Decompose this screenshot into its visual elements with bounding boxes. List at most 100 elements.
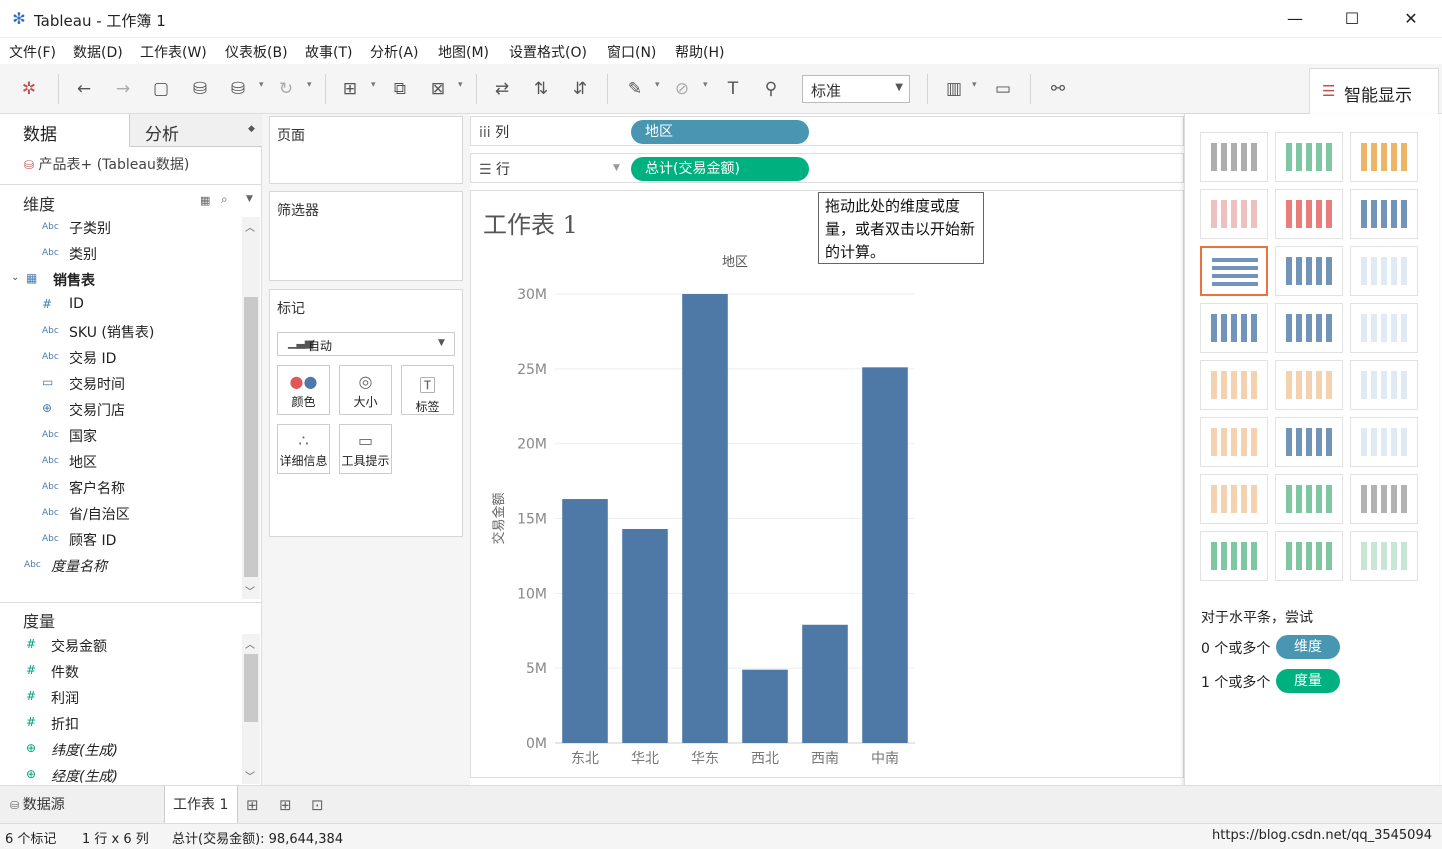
dimension-field[interactable]: Abc 客户名称 (0, 478, 240, 500)
measure-field[interactable]: ⊕ 纬度(生成) (0, 740, 240, 762)
smart-show-scatter-plot-icon[interactable] (1200, 474, 1268, 524)
smart-show-tab[interactable]: ☰ 智能显示 (1309, 68, 1439, 114)
smart-show-dual-combination-icon[interactable] (1350, 417, 1418, 467)
dimension-field[interactable]: Abc 交易 ID (0, 348, 240, 370)
clear-sheet-icon[interactable]: ⊠ (427, 78, 449, 100)
detail-button[interactable]: ∴ 详细信息 (277, 424, 330, 474)
bar-中南[interactable] (862, 367, 908, 743)
dimension-field[interactable]: Abc 顾客 ID (0, 530, 240, 552)
bar-西南[interactable] (802, 624, 848, 743)
show-cards-icon[interactable]: ▥ (943, 78, 965, 100)
rows-pill-sum-amount[interactable]: 总计(交易金额) (631, 157, 809, 181)
smart-show-horizontal-bars-icon[interactable] (1200, 246, 1268, 296)
chevron-down-icon[interactable]: ﹀ (245, 583, 255, 598)
redo-icon[interactable]: → (112, 78, 134, 100)
sheet-tab-1[interactable]: 工作表 1 (164, 786, 238, 824)
sort-descending-icon[interactable]: ⇵ (569, 78, 591, 100)
smart-show-lines-continuous-icon[interactable] (1200, 360, 1268, 410)
chevron-down-icon[interactable]: ▾ (371, 80, 376, 90)
duplicate-sheet-icon[interactable]: ⧉ (389, 78, 411, 100)
dimension-field[interactable]: Abc SKU (销售表) (0, 322, 240, 344)
dimension-field[interactable]: ▭ 交易时间 (0, 374, 240, 396)
datasource-options-icon[interactable]: ⛁ (227, 78, 249, 100)
sort-ascending-icon[interactable]: ⇅ (530, 78, 552, 100)
view-toggle-icon[interactable]: ▦ (200, 194, 210, 207)
chevron-down-icon[interactable]: ﹀ (245, 768, 255, 783)
chevron-down-icon[interactable]: ▾ (458, 80, 463, 90)
smart-show-text-table-icon[interactable] (1200, 132, 1268, 182)
dimension-field[interactable]: Abc 子类别 (0, 218, 240, 240)
chevron-down-icon[interactable]: ▼ (246, 194, 253, 204)
menu-file[interactable]: 文件(F) (9, 42, 56, 62)
rows-shelf[interactable]: ☰ 行 ▼ 总计(交易金额) (470, 153, 1184, 183)
smart-show-heat-map-icon[interactable] (1275, 132, 1343, 182)
menu-worksheet[interactable]: 工作表(W) (140, 42, 207, 62)
smart-show-symbol-map-icon[interactable] (1200, 189, 1268, 239)
refresh-icon[interactable]: ↻ (275, 78, 297, 100)
dimension-field[interactable]: Abc 省/自治区 (0, 504, 240, 526)
smart-show-stacked-bars-icon[interactable] (1275, 246, 1343, 296)
measure-scrollbar[interactable]: ︿ ﹀ (242, 634, 260, 784)
menu-story[interactable]: 故事(T) (305, 42, 352, 62)
swap-rows-columns-icon[interactable]: ⇄ (491, 78, 513, 100)
measure-field[interactable]: # 利润 (0, 688, 240, 710)
scrollbar-thumb[interactable] (244, 297, 258, 577)
dimension-field[interactable]: Abc 国家 (0, 426, 240, 448)
presentation-mode-icon[interactable]: ▭ (992, 78, 1014, 100)
new-datasource-icon[interactable]: ⛁ (189, 78, 211, 100)
color-button[interactable]: ●● 颜色 (277, 365, 330, 415)
smart-show-area-continuous-icon[interactable] (1200, 417, 1268, 467)
smart-show-histogram-icon[interactable] (1275, 474, 1343, 524)
dimension-field[interactable]: # ID (0, 296, 240, 318)
measure-field[interactable]: # 交易金额 (0, 636, 240, 658)
smart-show-filled-map-icon[interactable] (1275, 189, 1343, 239)
bar-西北[interactable] (742, 669, 788, 743)
tab-analysis[interactable]: 分析 ◆ (130, 114, 262, 147)
smart-show-treemap-icon[interactable] (1200, 303, 1268, 353)
filters-card[interactable]: 筛选器 (269, 191, 463, 281)
pin-axis-icon[interactable]: ⚲ (760, 78, 782, 100)
menu-dashboard[interactable]: 仪表板(B) (225, 42, 288, 62)
close-button[interactable]: ✕ (1388, 4, 1434, 34)
smart-show-pie-chart-icon[interactable] (1350, 189, 1418, 239)
dimension-field[interactable]: Abc 度量名称 (0, 556, 240, 578)
bar-东北[interactable] (562, 499, 608, 743)
smart-show-lines-discrete-icon[interactable] (1275, 360, 1343, 410)
menu-map[interactable]: 地图(M) (438, 42, 489, 62)
smart-show-gantt-icon[interactable] (1200, 531, 1268, 581)
dimension-field[interactable]: ⊕ 交易门店 (0, 400, 240, 422)
smart-show-side-by-side-bars-icon[interactable] (1350, 246, 1418, 296)
bar-华东[interactable] (682, 294, 728, 743)
search-icon[interactable]: ⌕ (221, 192, 228, 207)
smart-show-dual-lines-icon[interactable] (1350, 360, 1418, 410)
group-members-icon[interactable]: ⊘ (671, 78, 693, 100)
menu-format[interactable]: 设置格式(O) (509, 42, 587, 62)
smart-show-circle-views-icon[interactable] (1275, 303, 1343, 353)
datasource-item[interactable]: ⛁ 产品表+ (Tableau数据) (24, 154, 189, 174)
columns-shelf[interactable]: iii 列 地区 (470, 116, 1184, 146)
fit-select[interactable]: 标准 ▼ (802, 75, 910, 103)
datasource-tab[interactable]: ⛁ 数据源 (10, 786, 160, 824)
size-button[interactable]: ◎ 大小 (339, 365, 392, 415)
chevron-down-icon[interactable]: ▼ (613, 163, 620, 173)
chevron-down-icon[interactable]: ▾ (703, 80, 708, 90)
dimension-field[interactable]: Abc 地区 (0, 452, 240, 474)
new-worksheet-icon[interactable]: ⊞ (246, 786, 259, 824)
pages-card[interactable]: 页面 (269, 116, 463, 184)
menu-help[interactable]: 帮助(H) (675, 42, 724, 62)
show-labels-icon[interactable]: T (722, 78, 744, 100)
tooltip-button[interactable]: ▭ 工具提示 (339, 424, 392, 474)
bar-华北[interactable] (622, 528, 668, 743)
measure-field[interactable]: # 件数 (0, 662, 240, 684)
save-icon[interactable]: ▢ (150, 78, 172, 100)
dimension-field[interactable]: Abc 类别 (0, 244, 240, 266)
new-story-icon[interactable]: ⊡ (311, 786, 324, 824)
chevron-up-icon[interactable]: ︿ (245, 636, 255, 651)
new-worksheet-icon[interactable]: ⊞ (339, 78, 361, 100)
menu-data[interactable]: 数据(D) (73, 42, 123, 62)
chevron-down-icon[interactable]: ⌄ (11, 272, 19, 283)
chevron-up-icon[interactable]: ︿ (245, 219, 255, 234)
undo-icon[interactable]: ← (73, 78, 95, 100)
highlight-icon[interactable]: ✎ (624, 78, 646, 100)
tableau-home-icon[interactable]: ✲ (18, 78, 40, 100)
